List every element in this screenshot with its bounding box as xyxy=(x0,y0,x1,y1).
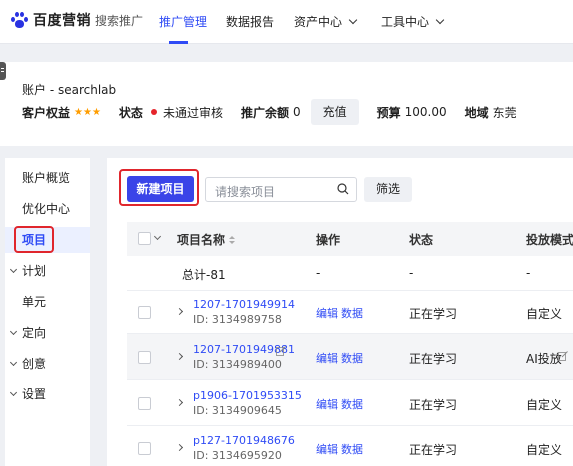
mode-cell: AI投放 xyxy=(526,352,562,366)
status-value: 未通过审核 xyxy=(162,105,223,120)
sidebar-item-optimization-center[interactable]: 优化中心 xyxy=(5,196,90,222)
nav-promotion-management[interactable]: 推广管理 xyxy=(159,13,207,30)
annotation-highlight-box xyxy=(14,226,54,253)
nav-asset-center[interactable]: 资产中心 xyxy=(294,13,358,30)
annotation-highlight-box xyxy=(119,169,199,206)
mode-cell: 自定义 xyxy=(526,307,563,321)
edit-icon[interactable] xyxy=(558,351,568,361)
paw-icon xyxy=(10,11,32,29)
column-header-actions: 操作 xyxy=(316,233,341,247)
sidebar-item-label: 账户概览 xyxy=(22,171,71,185)
total-action: - xyxy=(316,266,321,280)
nav-label: 数据报告 xyxy=(226,15,275,29)
budget-value: 100.00 xyxy=(404,105,447,119)
balance-value: 0 xyxy=(292,105,301,119)
status-cell: 正在学习 xyxy=(409,443,458,457)
sidebar-item-units[interactable]: 单元 xyxy=(5,289,90,315)
budget-label: 预算 xyxy=(376,105,401,120)
chevron-down-icon xyxy=(9,265,18,274)
sidebar-item-label: 定向 xyxy=(22,326,47,340)
mode-cell: 自定义 xyxy=(526,443,563,457)
nav-label: 资产中心 xyxy=(294,15,343,29)
project-name-link[interactable]: 1207-1701949914 xyxy=(193,298,295,311)
column-header-delivery-mode: 投放模式 xyxy=(526,233,573,247)
data-link[interactable]: 数据 xyxy=(341,396,363,412)
rights-label: 客户权益 xyxy=(22,105,71,120)
sidebar-item-account-overview[interactable]: 账户概览 xyxy=(5,165,90,191)
column-header-label: 项目名称 xyxy=(177,233,226,247)
sidebar-item-label: 优化中心 xyxy=(22,202,71,216)
top-bar: 百度营销 搜索推广 推广管理 数据报告 资产中心 工具中心 xyxy=(0,0,573,44)
total-mode: - xyxy=(526,266,531,280)
status-cell: 正在学习 xyxy=(409,307,458,321)
column-header-status: 状态 xyxy=(409,233,434,247)
edit-link[interactable]: 编辑 xyxy=(316,396,338,412)
mode-cell: 自定义 xyxy=(526,398,563,412)
chevron-down-icon xyxy=(435,15,445,24)
region-value: 东莞 xyxy=(492,105,517,120)
row-checkbox[interactable] xyxy=(138,306,151,319)
account-summary-row: 客户权益 ★★★ 状态 未通过审核 推广余额 0 充值 预算 100.00 地域… xyxy=(22,99,517,125)
row-checkbox[interactable] xyxy=(138,442,151,455)
collapse-handle-icon[interactable] xyxy=(0,62,6,80)
sort-icon[interactable] xyxy=(229,236,236,245)
baidu-marketing-logo[interactable]: 百度营销 搜索推广 xyxy=(10,11,143,29)
project-id: ID: 3134989400 xyxy=(193,358,282,371)
nav-label: 工具中心 xyxy=(381,15,430,29)
row-checkbox[interactable] xyxy=(138,397,151,410)
sidebar-item-campaigns[interactable]: 计划 xyxy=(5,258,90,284)
chevron-down-icon xyxy=(9,358,18,367)
recharge-button[interactable]: 充值 xyxy=(310,99,359,125)
project-id: ID: 3134989758 xyxy=(193,313,282,326)
edit-link[interactable]: 编辑 xyxy=(316,305,338,321)
edit-link[interactable]: 编辑 xyxy=(316,350,338,366)
sidebar-item-label: 设置 xyxy=(22,387,47,401)
filter-button[interactable]: 筛选 xyxy=(364,177,412,202)
edit-icon[interactable] xyxy=(276,346,286,356)
sidebar: 账户概览 优化中心 项目 计划 单元 定向 创意 设置 xyxy=(5,158,90,466)
project-id: ID: 3134909645 xyxy=(193,404,282,417)
sidebar-item-settings[interactable]: 设置 xyxy=(5,381,90,407)
sidebar-item-creatives[interactable]: 创意 xyxy=(5,351,90,377)
account-title: 账户 - searchlab xyxy=(22,83,117,97)
status-cell: 正在学习 xyxy=(409,398,458,412)
column-header-project-name[interactable]: 项目名称 xyxy=(177,231,236,248)
rights-stars: ★★★ xyxy=(74,106,101,118)
status-cell: 正在学习 xyxy=(409,352,458,366)
sidebar-item-label: 计划 xyxy=(22,264,47,278)
project-id: ID: 3134695920 xyxy=(193,449,282,462)
row-checkbox[interactable] xyxy=(138,351,151,364)
project-name-link[interactable]: p1906-1701953315 xyxy=(193,389,302,402)
chevron-down-icon xyxy=(9,388,18,397)
nav-label: 推广管理 xyxy=(159,15,208,29)
total-status: - xyxy=(409,266,414,280)
data-link[interactable]: 数据 xyxy=(341,305,363,321)
search-icon[interactable] xyxy=(337,183,349,195)
logo-subtitle: 搜索推广 xyxy=(95,13,144,28)
sidebar-item-label: 单元 xyxy=(22,295,47,309)
edit-link[interactable]: 编辑 xyxy=(316,441,338,457)
nav-data-report[interactable]: 数据报告 xyxy=(226,13,274,30)
region-label: 地域 xyxy=(464,105,489,120)
project-name-link[interactable]: p127-1701948676 xyxy=(193,434,295,447)
select-all-checkbox[interactable] xyxy=(138,232,151,245)
data-link[interactable]: 数据 xyxy=(341,441,363,457)
status-label: 状态 xyxy=(118,105,143,120)
sidebar-item-targeting[interactable]: 定向 xyxy=(5,320,90,346)
data-link[interactable]: 数据 xyxy=(341,350,363,366)
logo-text: 百度营销 xyxy=(33,13,91,29)
status-dot-icon xyxy=(150,109,157,115)
chevron-down-icon xyxy=(348,15,358,24)
sidebar-item-label: 创意 xyxy=(22,357,47,371)
chevron-down-icon xyxy=(9,327,18,336)
search-input[interactable]: 请搜索项目 xyxy=(205,177,357,202)
total-label: 总计-81 xyxy=(182,268,226,282)
nav-tool-center[interactable]: 工具中心 xyxy=(381,13,445,30)
balance-label: 推广余额 xyxy=(240,105,289,120)
search-placeholder: 请搜索项目 xyxy=(215,185,276,199)
active-nav-indicator xyxy=(169,41,188,44)
